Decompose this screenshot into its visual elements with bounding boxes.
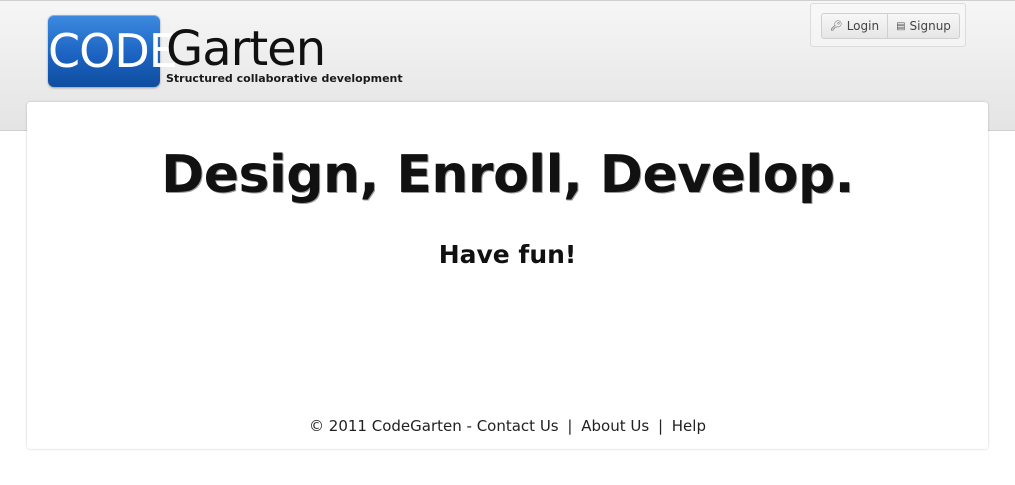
logo-tagline: Structured collaborative development: [166, 72, 403, 85]
signup-card-icon: ▤: [896, 20, 906, 32]
logo-wordmark: Garten: [166, 21, 326, 77]
footer-copyright: © 2011 CodeGarten -: [309, 417, 472, 435]
footer-separator: |: [657, 417, 663, 435]
footer-separator: |: [567, 417, 573, 435]
auth-button-group: 🔑︎ Login ▤ Signup: [821, 13, 960, 39]
hero-title: Design, Enroll, Develop.: [161, 145, 854, 205]
footer: © 2011 CodeGarten - Contact Us | About U…: [0, 416, 1015, 436]
signup-label: Signup: [909, 19, 951, 33]
login-label: Login: [846, 19, 880, 33]
footer-link-help[interactable]: Help: [672, 417, 706, 435]
key-icon: 🔑︎: [830, 20, 843, 32]
hero-subtitle: Have fun!: [438, 240, 577, 269]
logo-badge: CODE: [48, 15, 178, 87]
login-button[interactable]: 🔑︎ Login: [822, 14, 887, 38]
footer-link-contact[interactable]: Contact Us: [477, 417, 559, 435]
signup-button[interactable]: ▤ Signup: [887, 14, 959, 38]
auth-box: 🔑︎ Login ▤ Signup: [810, 3, 966, 47]
footer-link-about[interactable]: About Us: [581, 417, 649, 435]
site-logo[interactable]: CODE Garten Structured collaborative dev…: [48, 15, 403, 89]
